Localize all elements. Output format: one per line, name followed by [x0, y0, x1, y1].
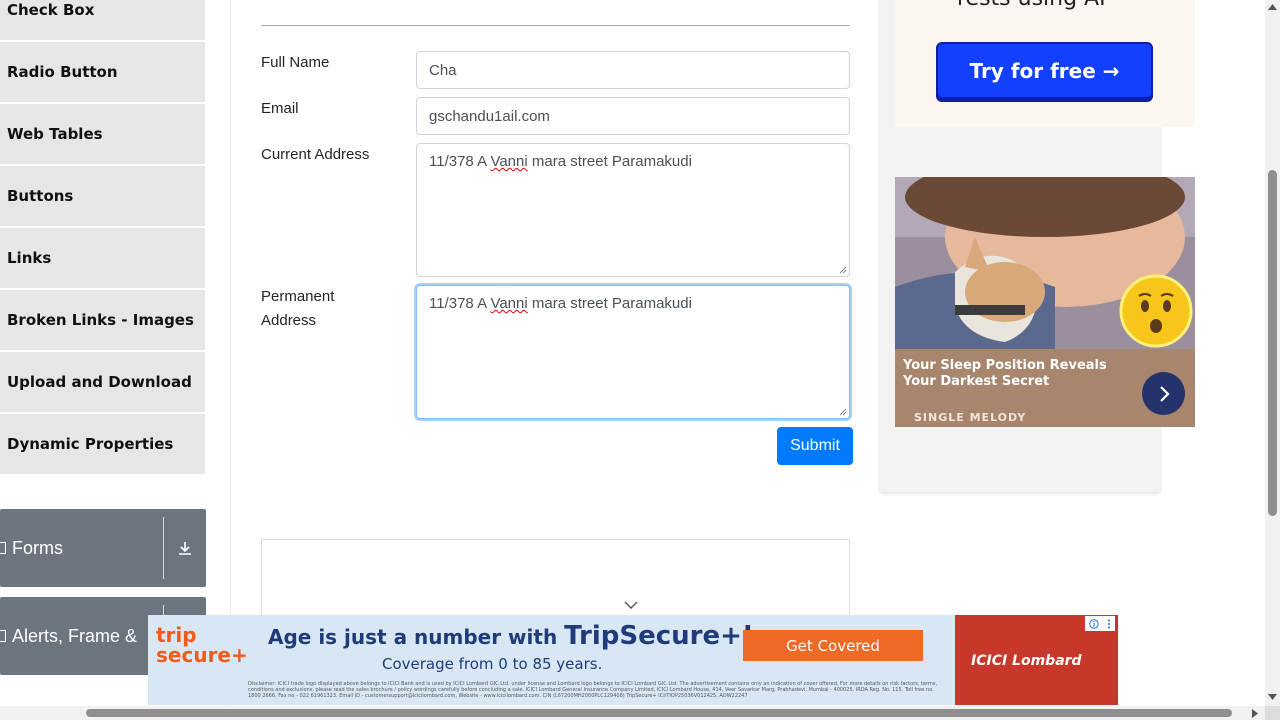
current-address-textarea[interactable]: 11/378 A Vanni mara street Paramakudi — [416, 143, 850, 277]
banner-headline-brand: TripSecure+! — [564, 621, 754, 651]
more-options-icon — [1108, 619, 1110, 628]
vertical-scroll-thumb[interactable] — [1268, 170, 1277, 516]
next-arrow-button[interactable] — [1142, 372, 1185, 415]
permanent-address-text-2: Vanni — [490, 295, 528, 312]
sidebar-item-label: Check Box — [7, 1, 95, 19]
current-address-text-2: Vanni — [490, 153, 528, 170]
logo-top: trip — [156, 623, 197, 647]
current-address-text-3: mara street Paramakudi — [527, 153, 692, 170]
scrollbar-corner — [1265, 706, 1280, 720]
sidebar-item-buttons[interactable]: Buttons — [0, 166, 205, 228]
ad-top[interactable]: rests using AI Try for free → — [895, 0, 1195, 127]
alert-icon — [0, 630, 6, 642]
logo-bottom: secure+ — [156, 643, 248, 667]
email-input[interactable]: gschandu1ail.com — [416, 97, 850, 135]
sidebar: Check Box Radio Button Web Tables Button… — [0, 0, 206, 476]
page: Check Box Radio Button Web Tables Button… — [0, 0, 1280, 720]
sleep-headline: Your Sleep Position Reveals Your Darkest… — [903, 358, 1107, 389]
sidebar-item-upload-download[interactable]: Upload and Download — [0, 352, 205, 414]
sidebar-group-header: Alerts, Frame & — [0, 626, 163, 647]
get-covered-button[interactable]: Get Covered — [743, 630, 923, 661]
ad-sleep[interactable]: Your Sleep Position Reveals Your Darkest… — [895, 177, 1195, 427]
tripsecure-logo: trip secure+ — [156, 625, 248, 665]
sidebar-group-header: Forms — [0, 538, 163, 559]
sidebar-item-label: Broken Links - Images — [7, 311, 194, 329]
info-icon — [1089, 618, 1099, 629]
banner-headline: Age is just a number with TripSecure+! — [268, 621, 754, 651]
banner-disclaimer: Disclaimer: ICICI trade logo displayed a… — [248, 681, 938, 699]
sidebar-item-label: Links — [7, 249, 52, 267]
sidebar-item-label: Upload and Download — [7, 373, 192, 391]
scroll-up-icon[interactable] — [1268, 4, 1277, 10]
permanent-address-textarea[interactable]: 11/378 A Vanni mara street Paramakudi — [416, 285, 850, 419]
sidebar-group-label: Alerts, Frame & — [12, 625, 138, 646]
resize-handle-icon[interactable] — [839, 266, 847, 274]
sidebar-item-check-box[interactable]: Check Box — [0, 0, 205, 42]
sidebar-item-label: Web Tables — [7, 125, 103, 143]
sidebar-item-radio-button[interactable]: Radio Button — [0, 42, 205, 104]
email-label: Email — [261, 100, 299, 117]
email-value: gschandu1ail.com — [429, 107, 550, 125]
sidebar-group-forms[interactable]: Forms — [0, 509, 206, 587]
sidebar-item-dynamic-properties[interactable]: Dynamic Properties — [0, 414, 205, 476]
permanent-address-text-1: 11/378 A — [429, 295, 491, 312]
download-icon[interactable] — [164, 540, 206, 556]
chevron-down-icon[interactable] — [624, 600, 638, 610]
form-top-rule — [261, 25, 850, 26]
full-name-value: Cha — [429, 61, 457, 79]
form-icon — [0, 542, 6, 554]
current-address-label: Current Address — [261, 146, 370, 163]
horizontal-scroll-thumb[interactable] — [86, 709, 1232, 717]
surprised-emoji-icon — [1119, 274, 1193, 348]
sidebar-item-label: Buttons — [7, 187, 74, 205]
sidebar-item-web-tables[interactable]: Web Tables — [0, 104, 205, 166]
bottom-banner-ad[interactable]: trip secure+ Age is just a number with T… — [148, 615, 1118, 705]
full-name-label: Full Name — [261, 54, 330, 71]
banner-headline-pre: Age is just a number with — [268, 625, 565, 649]
current-address-text-1: 11/378 A — [429, 153, 491, 170]
content-divider — [230, 0, 231, 720]
try-for-free-button[interactable]: Try for free → — [936, 42, 1153, 99]
scroll-right-icon[interactable] — [1252, 709, 1258, 718]
sleep-brand: SINGLE MELODY — [914, 411, 1027, 424]
adchoices-icon[interactable] — [1085, 616, 1115, 631]
ad-top-headline: rests using AI — [957, 0, 1106, 11]
sidebar-item-links[interactable]: Links — [0, 228, 205, 290]
full-name-input[interactable]: Cha — [416, 51, 850, 89]
sidebar-group-label: Forms — [12, 537, 63, 558]
submit-button[interactable]: Submit — [777, 427, 853, 465]
permanent-address-label: Permanent Address — [261, 288, 335, 329]
scroll-down-icon[interactable] — [1268, 694, 1277, 700]
resize-handle-icon[interactable] — [839, 408, 847, 416]
banner-subline: Coverage from 0 to 85 years. — [382, 655, 603, 673]
sidebar-item-label: Radio Button — [7, 63, 118, 81]
sidebar-item-label: Dynamic Properties — [7, 435, 174, 453]
permanent-address-text-3: mara street Paramakudi — [527, 295, 692, 312]
icici-logo: ICICI Lombard — [971, 653, 1082, 669]
chevron-right-icon — [1159, 385, 1170, 402]
sidebar-item-broken-links[interactable]: Broken Links - Images — [0, 290, 205, 352]
